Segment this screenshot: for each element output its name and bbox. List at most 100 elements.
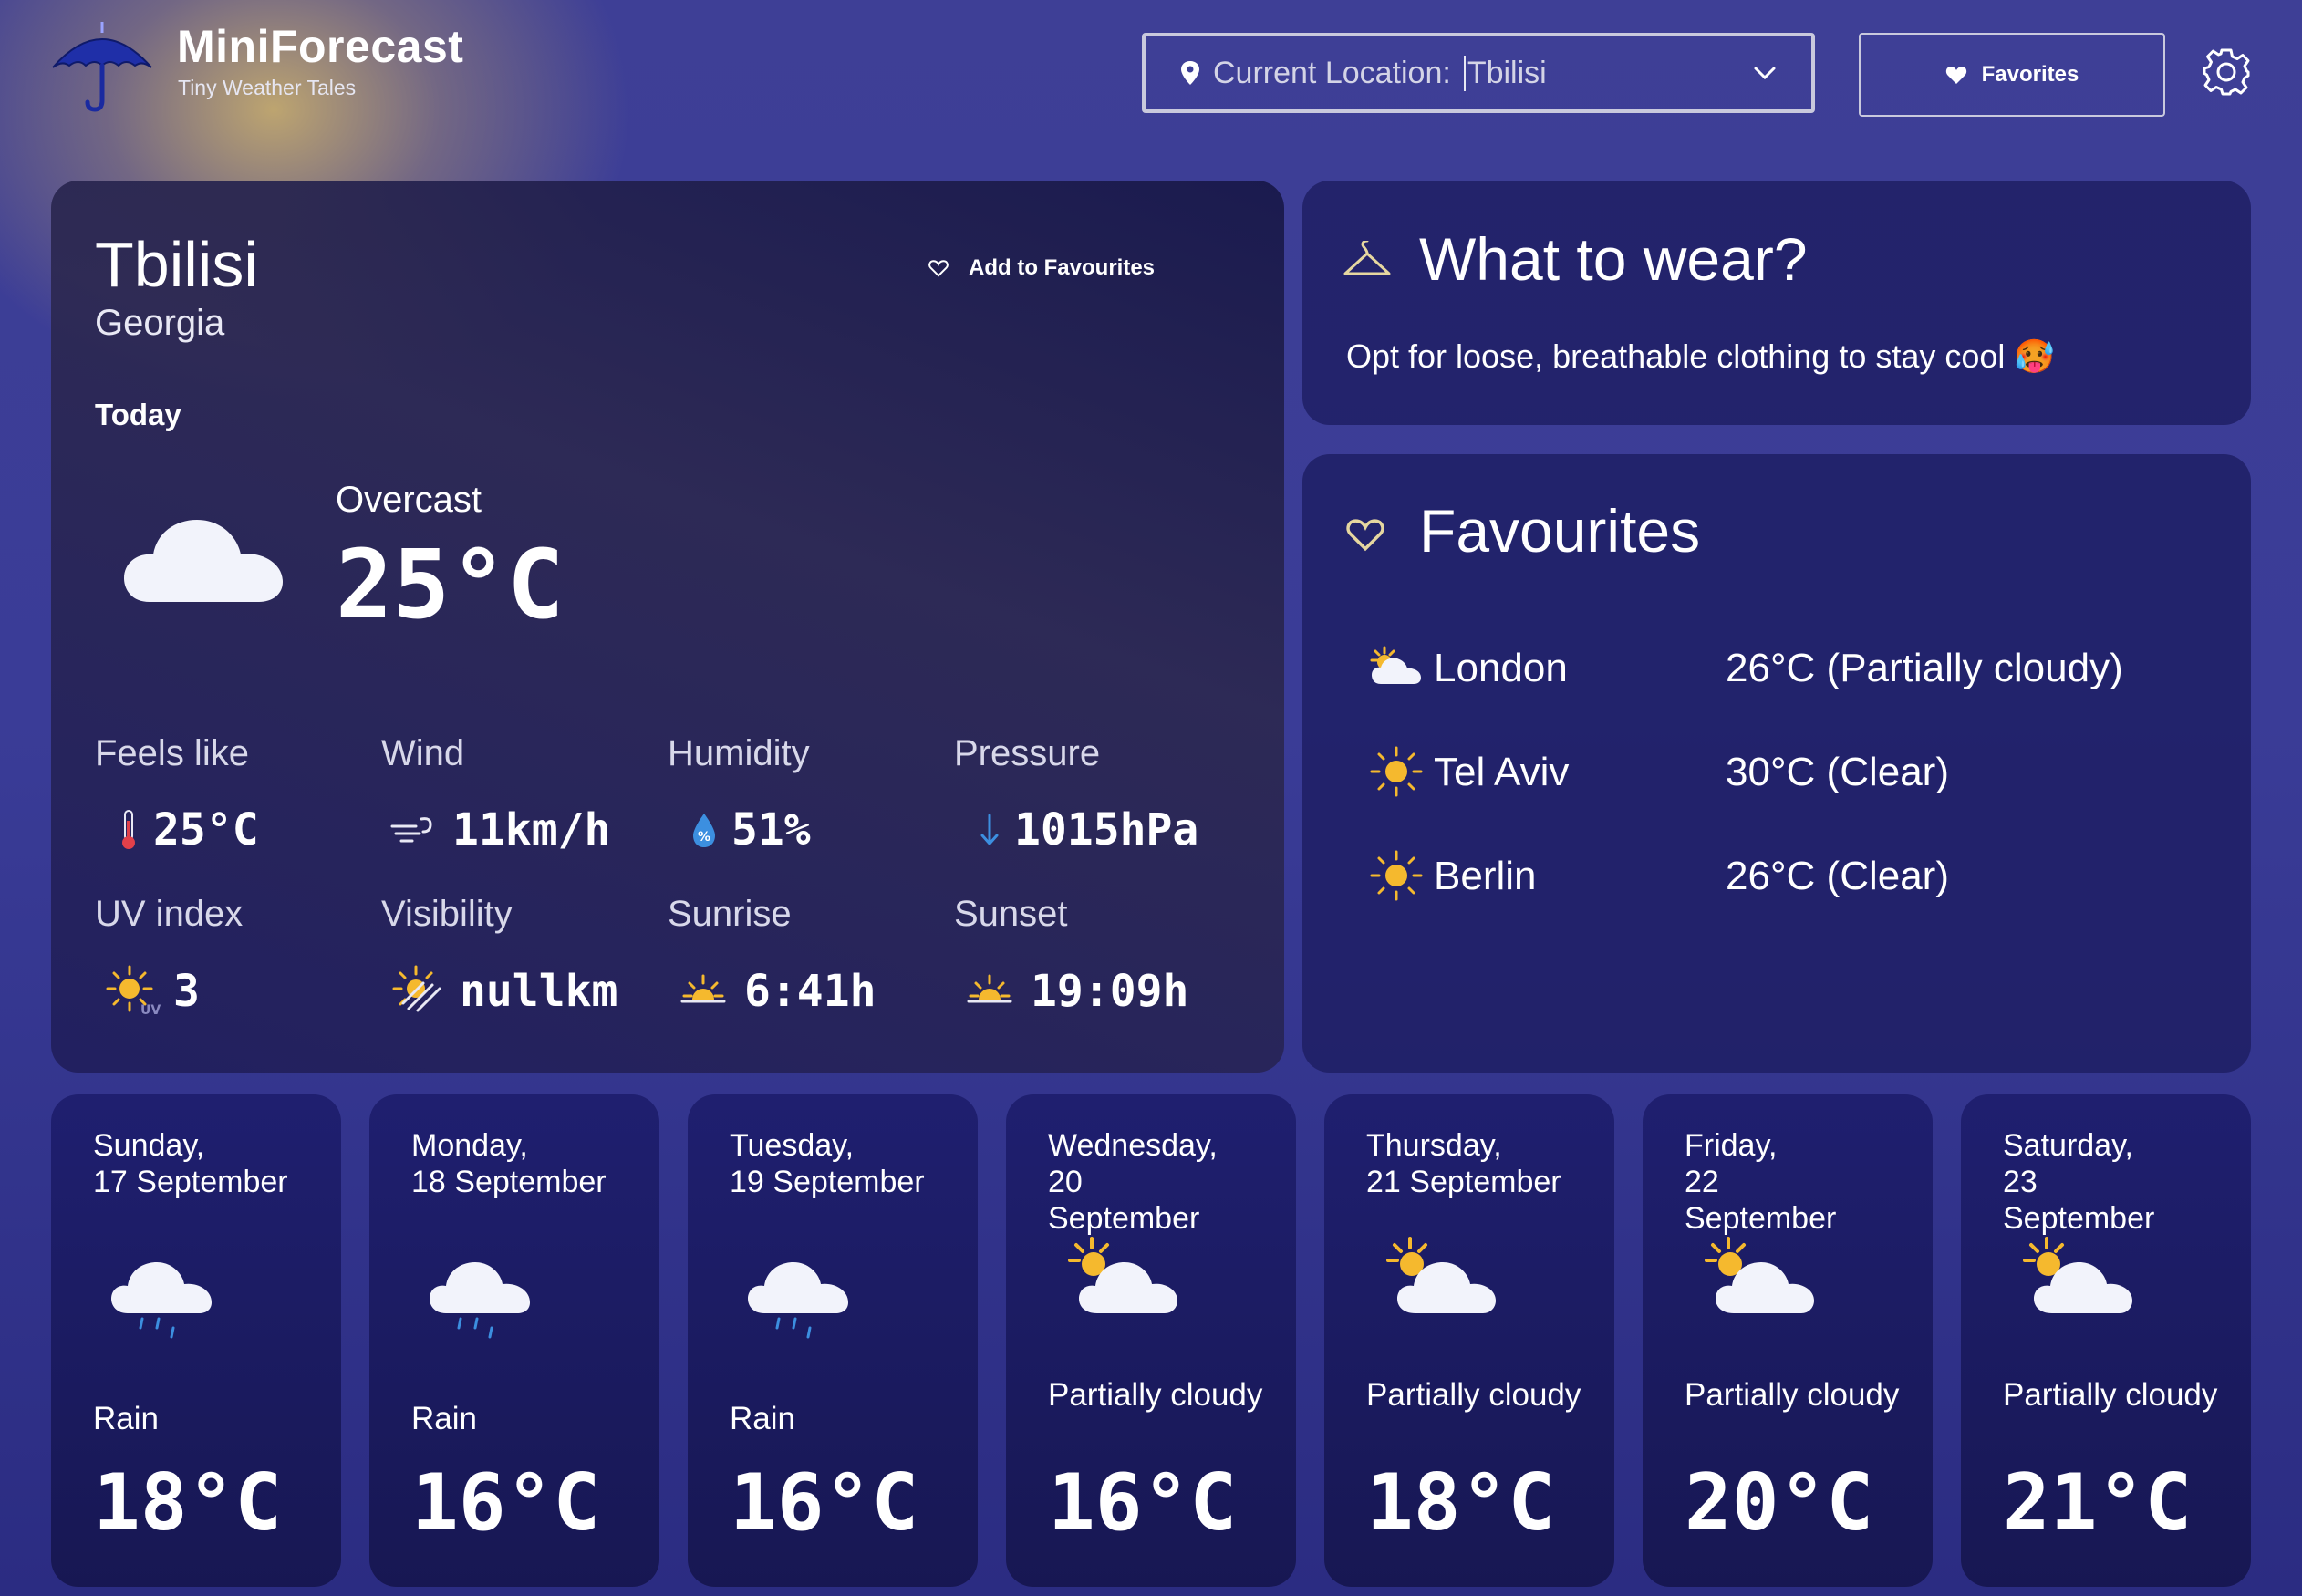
partly-cloudy-icon (2023, 1237, 2132, 1313)
forecast-condition: Rain (93, 1401, 159, 1436)
city-name: Tbilisi (95, 229, 258, 300)
rain-cloud-icon (430, 1262, 530, 1339)
sunset-icon (967, 974, 1012, 1003)
forecast-day-card[interactable]: Thursday, 21 September Partially cloudy 1… (1324, 1094, 1614, 1587)
forecast-date: Monday, 18 September (411, 1128, 607, 1199)
current-temperature: 25°C (336, 529, 565, 640)
humidity-label: Humidity (668, 733, 810, 773)
current-condition: Overcast (336, 480, 482, 520)
forecast-condition: Partially cloudy (2003, 1377, 2218, 1413)
forecast-date: Thursday, 21 September (1366, 1128, 1561, 1199)
current-weather-card: Tbilisi Georgia Add to Favourites Today … (51, 181, 1284, 1073)
arrow-down-icon (980, 814, 999, 845)
rain-cloud-icon (748, 1262, 848, 1339)
favourite-weather: 26°C (Clear) (1726, 854, 1949, 898)
what-to-wear-text: Opt for loose, breathable clothing to st… (1346, 337, 2056, 375)
forecast-temperature: 20°C (1685, 1457, 1874, 1549)
chevron-down-icon[interactable] (1753, 64, 1777, 82)
sun-icon (1370, 746, 1423, 797)
forecast-day-card[interactable]: Friday, 22 September Partially cloudy 20°… (1643, 1094, 1933, 1587)
uv-index-value: UV 3 (104, 963, 200, 1020)
forecast-date: Saturday, 23 September (2003, 1128, 2155, 1236)
svg-text:%: % (698, 830, 710, 845)
sun-icon (1370, 850, 1423, 901)
location-pin-icon (1181, 61, 1199, 85)
rain-cloud-icon (111, 1262, 212, 1339)
forecast-date: Friday, 22 September (1685, 1128, 1837, 1236)
forecast-temperature: 16°C (411, 1457, 601, 1549)
visibility-value: nullkm (390, 963, 617, 1020)
wind-label: Wind (381, 733, 465, 773)
forecast-temperature: 21°C (2003, 1457, 2193, 1549)
what-to-wear-title: What to wear? (1419, 225, 1808, 293)
partly-cloudy-icon (1370, 646, 1421, 684)
favourite-city: London (1434, 646, 1568, 690)
forecast-condition: Partially cloudy (1685, 1377, 1900, 1413)
visibility-label: Visibility (381, 894, 513, 934)
forecast-temperature: 16°C (1048, 1457, 1238, 1549)
today-label: Today (95, 398, 181, 431)
forecast-condition: Rain (730, 1401, 795, 1436)
favourite-weather: 26°C (Partially cloudy) (1726, 646, 2123, 690)
sunrise-value: 6:41h (675, 963, 876, 1020)
favorites-button-label: Favorites (1981, 62, 2079, 87)
uv-sun-icon: UV (106, 965, 161, 1018)
favourite-city: Berlin (1434, 854, 1537, 898)
favourite-item-berlin[interactable]: Berlin 26°C (Clear) (1368, 848, 2216, 903)
location-label: Current Location: (1213, 55, 1451, 90)
wind-icon (390, 817, 432, 843)
partly-cloudy-icon (1068, 1237, 1177, 1313)
feels-like-value: 25°C (117, 804, 259, 855)
location-select[interactable]: Current Location: Tbilisi (1142, 33, 1815, 113)
sunrise-label: Sunrise (668, 894, 792, 934)
favourite-item-london[interactable]: London 26°C (Partially cloudy) (1368, 640, 2216, 695)
sunset-label: Sunset (954, 894, 1068, 934)
gear-icon[interactable] (2202, 47, 2251, 97)
wind-value: 11km/h (389, 804, 610, 855)
forecast-condition: Partially cloudy (1048, 1377, 1263, 1413)
favourite-weather: 30°C (Clear) (1726, 750, 1949, 794)
forecast-day-card[interactable]: Wednesday, 20 September Partially cloudy … (1006, 1094, 1296, 1587)
feels-like-label: Feels like (95, 733, 249, 773)
forecast-day-card[interactable]: Sunday, 17 September Rain 18°C (51, 1094, 341, 1587)
heart-filled-icon (1945, 67, 1966, 84)
favourite-city: Tel Aviv (1434, 750, 1570, 794)
favourite-item-tel-aviv[interactable]: Tel Aviv 30°C (Clear) (1368, 744, 2216, 799)
country-name: Georgia (95, 303, 225, 343)
favourites-card: Favourites London 26°C (Partially cloudy… (1302, 454, 2251, 1073)
forecast-day-card[interactable]: Monday, 18 September Rain 16°C (369, 1094, 659, 1587)
forecast-temperature: 16°C (730, 1457, 919, 1549)
what-to-wear-card: What to wear? Opt for loose, breathable … (1302, 181, 2251, 425)
uv-index-label: UV index (95, 894, 244, 934)
heart-outline-icon (928, 260, 949, 277)
favorites-button[interactable]: Favorites (1859, 33, 2165, 117)
humidity-icon: % (693, 814, 715, 847)
forecast-temperature: 18°C (1366, 1457, 1556, 1549)
app-title: MiniForecast (177, 21, 464, 72)
app-subtitle: Tiny Weather Tales (178, 76, 357, 99)
add-to-favourites-label: Add to Favourites (969, 255, 1156, 280)
sunrise-icon (680, 974, 726, 1003)
humidity-value: % 51% (690, 804, 811, 855)
hanger-icon (1343, 241, 1391, 275)
cloud-icon (124, 520, 283, 602)
partly-cloudy-icon (1705, 1237, 1814, 1313)
thermometer-icon (122, 810, 135, 849)
forecast-day-card[interactable]: Tuesday, 19 September Rain 16°C (688, 1094, 978, 1587)
forecast-condition: Partially cloudy (1366, 1377, 1581, 1413)
pressure-value: 1015hPa (978, 804, 1198, 855)
forecast-date: Tuesday, 19 September (730, 1128, 925, 1199)
partly-cloudy-icon (1386, 1237, 1496, 1313)
pressure-label: Pressure (954, 733, 1101, 773)
forecast-date: Wednesday, 20 September (1048, 1128, 1218, 1236)
umbrella-logo-icon (52, 22, 152, 112)
forecast-temperature: 18°C (93, 1457, 283, 1549)
add-to-favourites-button[interactable]: Add to Favourites (928, 255, 1155, 281)
location-input[interactable]: Tbilisi (1463, 55, 1547, 91)
hazy-sun-icon (392, 965, 441, 1012)
forecast-date: Sunday, 17 September (93, 1128, 288, 1199)
forecast-day-card[interactable]: Saturday, 23 September Partially cloudy 2… (1961, 1094, 2251, 1587)
svg-text:UV: UV (140, 1003, 161, 1018)
sunset-value: 19:09h (961, 963, 1188, 1020)
heart-outline-icon (1346, 519, 1384, 552)
